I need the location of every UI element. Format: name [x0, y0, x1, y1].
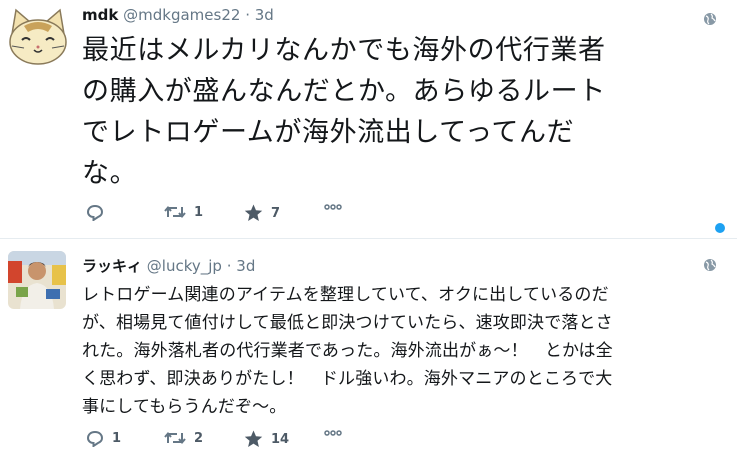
reply-icon [86, 204, 104, 221]
retweet-count: 2 [194, 430, 204, 446]
tweet-header: mdk @mdkgames22 · 3d [82, 6, 274, 24]
user-handle[interactable]: @lucky_jp [147, 257, 222, 275]
user-name[interactable]: mdk [82, 6, 118, 24]
reply-button[interactable] [86, 204, 112, 221]
reply-button[interactable]: 1 [86, 430, 121, 447]
star-icon [244, 430, 263, 447]
separator: · [226, 257, 232, 275]
person-photo-avatar[interactable] [8, 251, 66, 309]
retweet-count: 1 [194, 204, 204, 220]
like-count: 14 [271, 431, 290, 447]
user-handle[interactable]: @mdkgames22 [123, 6, 240, 24]
star-icon [244, 204, 263, 221]
like-count: 7 [271, 205, 281, 221]
more-icon [324, 430, 342, 436]
reply-icon [86, 430, 104, 447]
tweet[interactable]: mdk @mdkgames22 · 3d 最近はメルカリなんかでも海外の代行業者… [0, 0, 737, 239]
user-name[interactable]: ラッキィ [82, 257, 142, 275]
like-button[interactable]: 14 [244, 430, 289, 448]
retweet-icon [164, 205, 186, 219]
timestamp[interactable]: 3d [236, 257, 255, 275]
separator: · [245, 6, 250, 24]
like-button[interactable]: 7 [244, 204, 280, 222]
reply-count: 1 [112, 431, 122, 446]
tweet[interactable]: ラッキィ @lucky_jp · 3d レトロゲーム関連のアイテムを整理していて… [0, 239, 737, 463]
more-icon [324, 204, 342, 210]
tweet-header: ラッキィ @lucky_jp · 3d [82, 255, 255, 276]
more-button[interactable] [324, 204, 342, 210]
more-button[interactable] [324, 430, 342, 436]
retweet-icon [164, 431, 186, 445]
cat-face-avatar[interactable] [6, 4, 70, 68]
timestamp[interactable]: 3d [255, 6, 274, 24]
tweet-text: 最近はメルカリなんかでも海外の代行業者 の購入が盛んなんだとか。あらゆるルート … [82, 35, 606, 189]
globe-icon [703, 257, 717, 271]
tweet-text: レトロゲーム関連のアイテムを整理していて、オクに出しているのだ が、相場見て値付… [82, 285, 613, 417]
retweet-button[interactable]: 1 [164, 204, 203, 220]
scroll-indicator[interactable] [715, 223, 725, 233]
retweet-button[interactable]: 2 [164, 430, 203, 446]
globe-icon [703, 11, 717, 25]
